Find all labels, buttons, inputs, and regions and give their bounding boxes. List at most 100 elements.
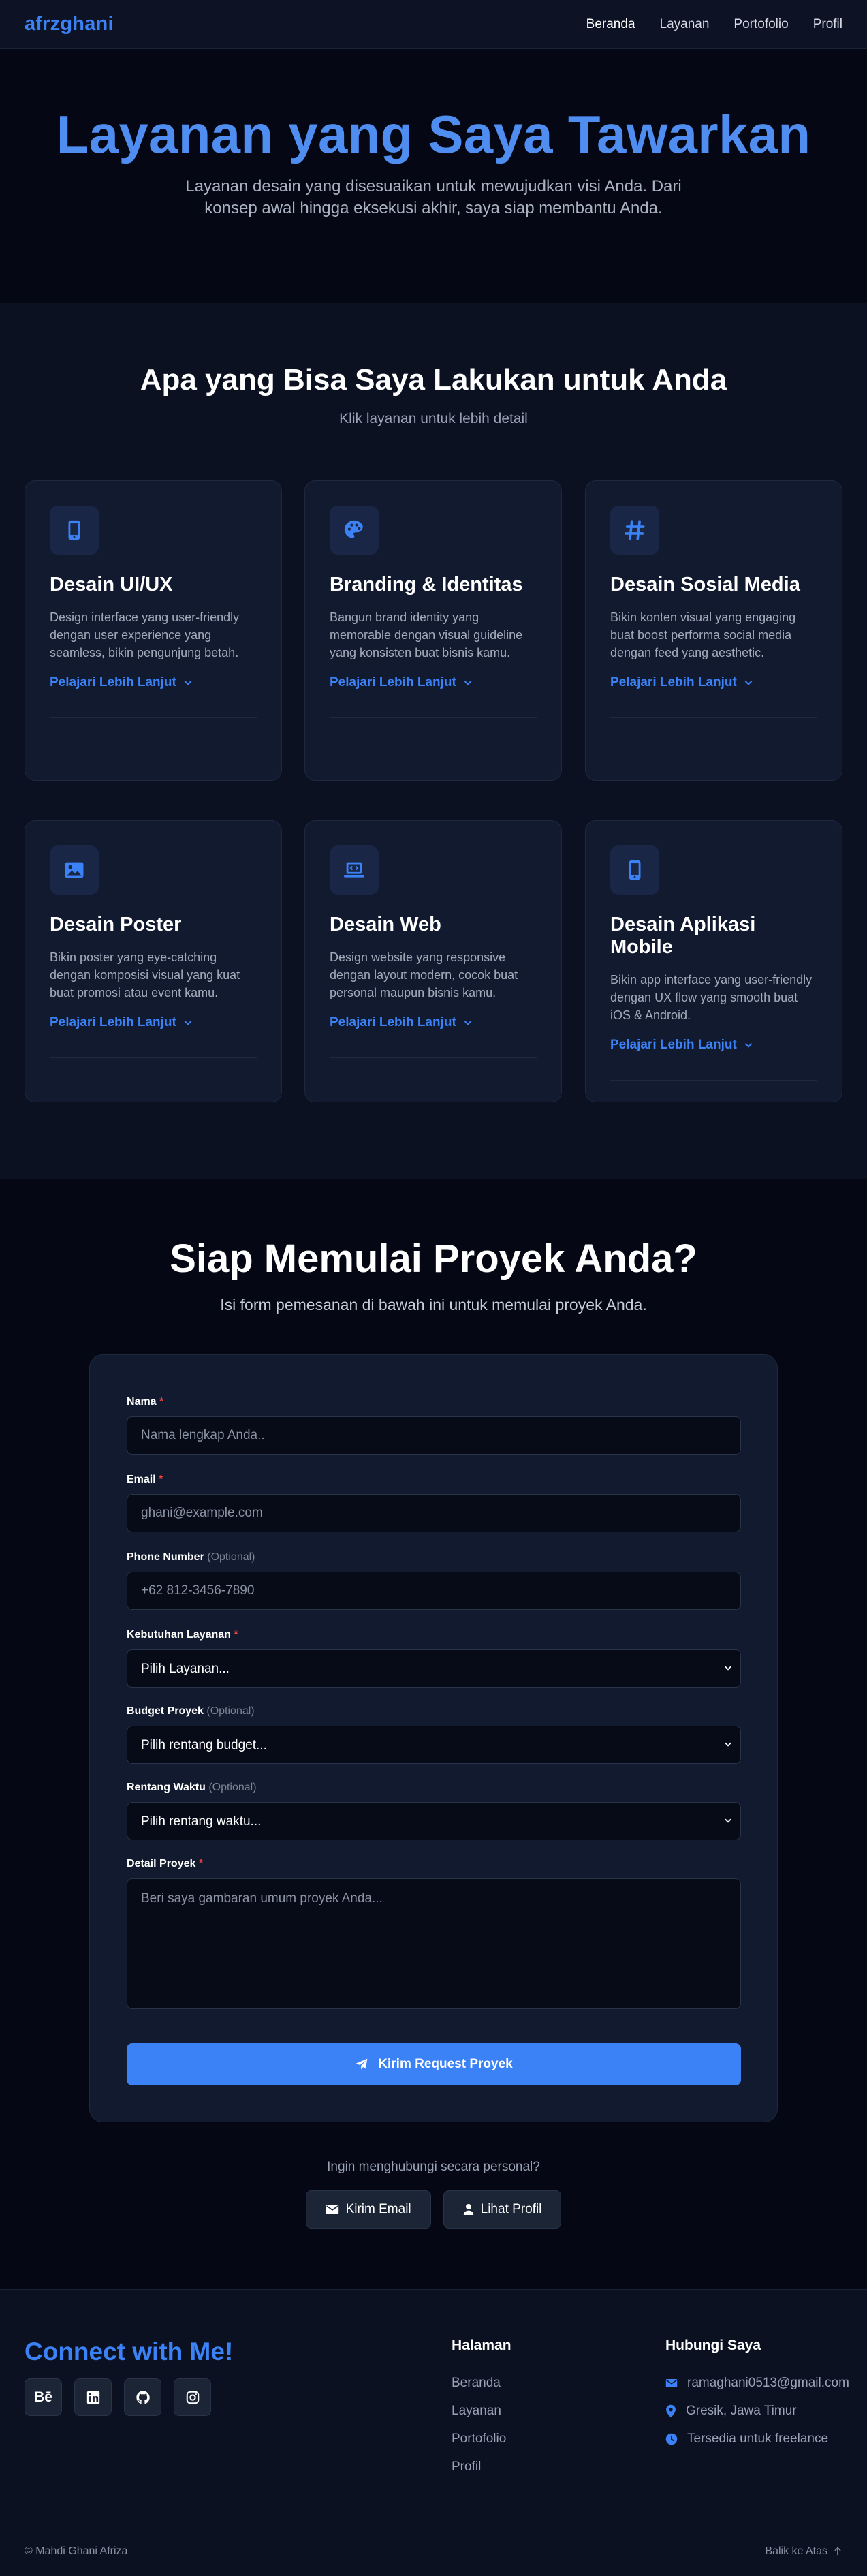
name-label: Nama * bbox=[127, 1396, 164, 1408]
budget-select[interactable]: Pilih rentang budget... bbox=[127, 1726, 741, 1764]
footer-link-portofolio[interactable]: Portofolio bbox=[452, 2425, 506, 2453]
services-subtitle: Klik layanan untuk lebih detail bbox=[339, 411, 528, 426]
service-card-desc: Bikin konten visual yang engaging buat b… bbox=[610, 610, 796, 659]
service-card-title: Branding & Identitas bbox=[330, 574, 523, 595]
behance-icon[interactable]: Bē bbox=[25, 2378, 62, 2416]
email-input[interactable] bbox=[127, 1494, 741, 1532]
laptop-code-icon bbox=[330, 845, 379, 895]
learn-more-link[interactable]: Pelajari Lebih Lanjut bbox=[50, 1015, 257, 1030]
service-card-social-media[interactable]: Desain Sosial Media Bikin konten visual … bbox=[585, 480, 842, 781]
send-email-button[interactable]: Kirim Email bbox=[305, 2190, 431, 2229]
contact-availability-row: Tersedia untuk freelance bbox=[665, 2425, 849, 2453]
required-mark: * bbox=[234, 1629, 238, 1641]
service-field-group: Kebutuhan Layanan * Pilih Layanan... bbox=[127, 1629, 741, 1688]
brand-logo[interactable]: afrzghani bbox=[25, 13, 114, 35]
submit-request-button[interactable]: Kirim Request Proyek bbox=[127, 2043, 741, 2085]
chevron-down-icon bbox=[725, 1742, 731, 1747]
github-icon[interactable] bbox=[124, 2378, 161, 2416]
contact-email-row[interactable]: ramaghani0513@gmail.com bbox=[665, 2369, 849, 2397]
chevron-down-icon bbox=[464, 1020, 472, 1025]
card-divider bbox=[50, 717, 257, 718]
card-divider bbox=[330, 717, 537, 718]
order-section: Siap Memulai Proyek Anda? Isi form pemes… bbox=[0, 1179, 867, 2289]
instagram-icon[interactable] bbox=[174, 2378, 211, 2416]
footer-link-profil[interactable]: Profil bbox=[452, 2453, 506, 2481]
service-card-mobile-app[interactable]: Desain Aplikasi Mobile Bikin app interfa… bbox=[585, 820, 842, 1102]
service-card-desc: Design interface yang user-friendly deng… bbox=[50, 610, 240, 659]
learn-more-link[interactable]: Pelajari Lebih Lanjut bbox=[610, 1038, 817, 1053]
card-divider bbox=[50, 1057, 257, 1058]
chevron-down-icon bbox=[184, 1020, 192, 1025]
view-profile-label: Lihat Profil bbox=[480, 2202, 542, 2216]
learn-more-label: Pelajari Lebih Lanjut bbox=[610, 1038, 737, 1052]
order-title: Siap Memulai Proyek Anda? bbox=[170, 1237, 697, 1281]
back-to-top-link[interactable]: Balik ke Atas bbox=[765, 2545, 842, 2558]
mobile-icon bbox=[50, 506, 99, 555]
chevron-down-icon bbox=[744, 1042, 753, 1048]
phone-field-group: Phone Number (Optional) bbox=[127, 1551, 741, 1610]
order-form: Nama * Email * Phone Number (Optional) K… bbox=[89, 1354, 778, 2122]
nav-link-portofolio[interactable]: Portofolio bbox=[734, 17, 788, 32]
service-card-title: Desain Aplikasi Mobile bbox=[610, 914, 756, 958]
service-card-branding[interactable]: Branding & Identitas Bangun brand identi… bbox=[304, 480, 562, 781]
detail-label: Detail Proyek * bbox=[127, 1858, 204, 1869]
contact-email: ramaghani0513@gmail.com bbox=[687, 2375, 849, 2390]
social-links: Bē bbox=[25, 2378, 211, 2416]
service-card-desc: Bikin poster yang eye-catching dengan ko… bbox=[50, 950, 240, 999]
order-subtitle: Isi form pemesanan di bawah ini untuk me… bbox=[220, 1296, 647, 1314]
nav-link-profil[interactable]: Profil bbox=[813, 17, 842, 32]
service-card-title: Desain Poster bbox=[50, 914, 182, 935]
navbar: afrzghani Beranda Layanan Portofolio Pro… bbox=[0, 0, 867, 49]
contact-title: Hubungi Saya bbox=[665, 2338, 761, 2353]
service-card-title: Desain Web bbox=[330, 914, 441, 935]
detail-textarea[interactable] bbox=[127, 1878, 741, 2009]
learn-more-link[interactable]: Pelajari Lebih Lanjut bbox=[50, 675, 257, 690]
nav-links: Beranda Layanan Portofolio Profil bbox=[586, 17, 842, 32]
arrow-up-icon bbox=[834, 2547, 841, 2556]
nav-link-beranda[interactable]: Beranda bbox=[586, 17, 635, 32]
connect-title: Connect with Me! bbox=[25, 2338, 234, 2365]
copyright: © Mahdi Ghani Afriza bbox=[25, 2545, 128, 2557]
chevron-down-icon bbox=[744, 680, 753, 685]
email-field-group: Email * bbox=[127, 1474, 741, 1532]
phone-label: Phone Number (Optional) bbox=[127, 1551, 255, 1563]
service-select[interactable]: Pilih Layanan... bbox=[127, 1649, 741, 1688]
timeline-select[interactable]: Pilih rentang waktu... bbox=[127, 1802, 741, 1840]
card-divider bbox=[610, 1080, 817, 1081]
service-card-ui-ux[interactable]: Desain UI/UX Design interface yang user-… bbox=[25, 480, 282, 781]
personal-contact-buttons: Kirim Email Lihat Profil bbox=[0, 2190, 867, 2229]
hero-section: Layanan yang Saya Tawarkan Layanan desai… bbox=[0, 49, 867, 303]
service-card-poster[interactable]: Desain Poster Bikin poster yang eye-catc… bbox=[25, 820, 282, 1102]
contact-availability: Tersedia untuk freelance bbox=[687, 2431, 829, 2446]
nav-link-layanan[interactable]: Layanan bbox=[660, 17, 710, 32]
footer-link-layanan[interactable]: Layanan bbox=[452, 2397, 506, 2425]
required-mark: * bbox=[198, 1858, 204, 1869]
detail-field-group: Detail Proyek * bbox=[127, 1858, 741, 2013]
budget-label: Budget Proyek (Optional) bbox=[127, 1705, 255, 1717]
linkedin-icon[interactable] bbox=[74, 2378, 112, 2416]
chevron-down-icon bbox=[725, 1666, 731, 1671]
learn-more-link[interactable]: Pelajari Lebih Lanjut bbox=[610, 675, 817, 690]
timeline-label: Rentang Waktu (Optional) bbox=[127, 1782, 257, 1793]
map-pin-icon bbox=[666, 2404, 676, 2417]
service-card-title: Desain UI/UX bbox=[50, 574, 173, 595]
footer-link-beranda[interactable]: Beranda bbox=[452, 2369, 506, 2397]
learn-more-link[interactable]: Pelajari Lebih Lanjut bbox=[330, 675, 537, 690]
learn-more-label: Pelajari Lebih Lanjut bbox=[610, 675, 737, 689]
personal-contact-prompt: Ingin menghubungi secara personal? bbox=[327, 2160, 540, 2174]
optional-mark: (Optional) bbox=[206, 1705, 255, 1717]
clock-icon bbox=[665, 2433, 678, 2445]
view-profile-button[interactable]: Lihat Profil bbox=[443, 2190, 562, 2229]
learn-more-label: Pelajari Lebih Lanjut bbox=[50, 675, 176, 689]
service-card-web[interactable]: Desain Web Design website yang responsiv… bbox=[304, 820, 562, 1102]
name-field-group: Nama * bbox=[127, 1396, 741, 1455]
phone-input[interactable] bbox=[127, 1572, 741, 1610]
mobile-icon bbox=[610, 845, 659, 895]
service-card-desc: Bangun brand identity yang memorable den… bbox=[330, 610, 523, 659]
name-input[interactable] bbox=[127, 1416, 741, 1455]
timeline-field-group: Rentang Waktu (Optional) Pilih rentang w… bbox=[127, 1782, 741, 1840]
back-to-top-label: Balik ke Atas bbox=[765, 2545, 827, 2557]
learn-more-link[interactable]: Pelajari Lebih Lanjut bbox=[330, 1015, 537, 1030]
learn-more-label: Pelajari Lebih Lanjut bbox=[50, 1015, 176, 1029]
service-card-desc: Design website yang responsive dengan la… bbox=[330, 950, 518, 999]
